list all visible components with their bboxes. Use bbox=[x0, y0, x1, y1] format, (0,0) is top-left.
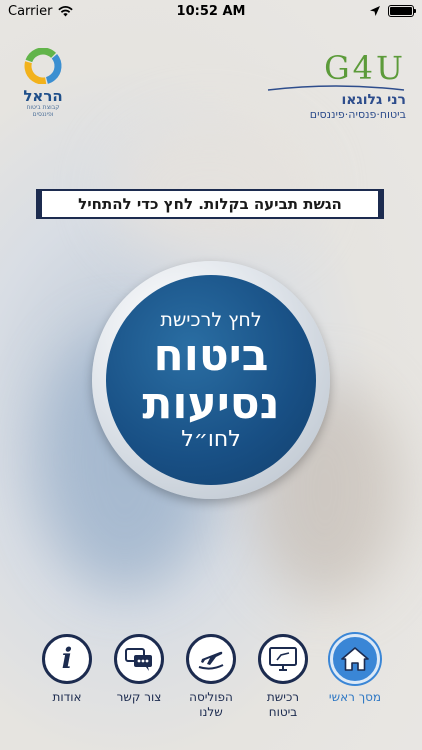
nav-item-our-policy[interactable]: הפוליסה שלנו bbox=[177, 634, 245, 740]
agent-name: רני גלוגאו bbox=[341, 92, 406, 108]
g4u-logo: G4U רני גלוגאו ביטוח·פנסיה·פיננסים bbox=[256, 52, 406, 121]
harel-subtitle: קבוצת ביטוח ופיננסים bbox=[26, 104, 60, 118]
button-line-2: ביטוח bbox=[153, 330, 269, 381]
nav-item-about[interactable]: i אודות bbox=[33, 634, 101, 740]
carrier-label: Carrier bbox=[8, 3, 53, 19]
harel-logo: הראל קבוצת ביטוח ופיננסים bbox=[18, 47, 68, 118]
buy-travel-insurance-face: לחץ לרכישת ביטוח נסיעות לחו״ל bbox=[106, 275, 316, 485]
chat-icon bbox=[114, 634, 164, 684]
harel-swirl-icon bbox=[24, 47, 62, 85]
claim-banner-text: הגשת תביעה בקלות. לחץ כדי להתחיל bbox=[78, 195, 342, 213]
battery-icon bbox=[388, 5, 416, 17]
nav-label-about: אודות bbox=[52, 690, 82, 704]
nav-item-contact[interactable]: צור קשר bbox=[105, 634, 173, 740]
info-icon: i bbox=[42, 634, 92, 684]
harel-name: הראל bbox=[23, 87, 63, 105]
nav-label-our-policy: הפוליסה שלנו bbox=[189, 690, 233, 719]
nav-label-buy-insurance: רכישת ביטוח bbox=[266, 690, 300, 719]
monitor-icon bbox=[258, 634, 308, 684]
bottom-nav: מסך ראשי רכישת ביטוח הפוליסה שלנו צור קש… bbox=[0, 634, 422, 740]
agent-tagline: ביטוח·פנסיה·פיננסים bbox=[309, 108, 406, 121]
wifi-icon bbox=[58, 5, 74, 16]
button-line-1: לחץ לרכישת bbox=[160, 309, 262, 331]
home-icon bbox=[330, 634, 380, 684]
clock: 10:52 AM bbox=[176, 3, 246, 19]
nav-item-buy-insurance[interactable]: רכישת ביטוח bbox=[249, 634, 317, 740]
claim-banner[interactable]: הגשת תביעה בקלות. לחץ כדי להתחיל bbox=[36, 189, 384, 219]
g4u-mark: G4U bbox=[324, 49, 406, 87]
nav-label-home: מסך ראשי bbox=[328, 690, 382, 704]
buy-travel-insurance-button[interactable]: לחץ לרכישת ביטוח נסיעות לחו״ל bbox=[92, 261, 330, 499]
status-bar: Carrier 10:52 AM bbox=[0, 0, 422, 22]
button-line-4: לחו״ל bbox=[181, 427, 241, 452]
plane-icon bbox=[186, 634, 236, 684]
nav-item-home[interactable]: מסך ראשי bbox=[321, 634, 389, 740]
nav-label-contact: צור קשר bbox=[116, 690, 162, 704]
button-line-3: נסיעות bbox=[142, 378, 280, 429]
location-arrow-icon bbox=[370, 6, 380, 16]
